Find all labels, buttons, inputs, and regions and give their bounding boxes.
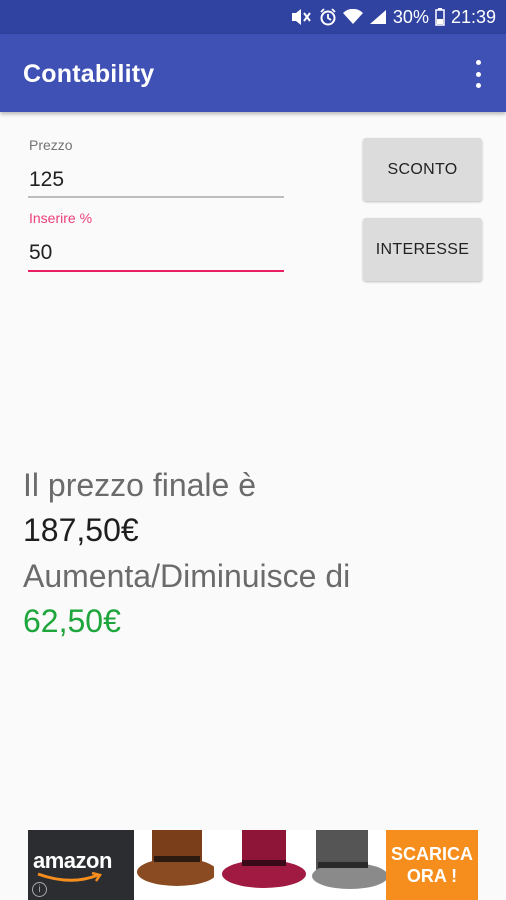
ad-cta-line1: SCARICA [390, 844, 473, 864]
change-value: 62,50€ [23, 603, 121, 639]
ad-cta-line2: ORA ! [406, 866, 458, 886]
smile-arrow-icon [37, 872, 103, 882]
percent-input[interactable]: 50 [29, 241, 52, 265]
app-title: Contability [23, 60, 155, 88]
price-label: Prezzo [29, 137, 73, 153]
wifi-icon [342, 9, 363, 25]
percent-label: Inserire % [29, 210, 93, 226]
status-bar: 30% 21:39 [0, 0, 506, 34]
battery-percent: 30% [392, 6, 429, 27]
price-input[interactable]: 125 [29, 168, 64, 192]
ad-brand-logo: amazon i [28, 830, 134, 900]
status-icons: 30% 21:39 [289, 0, 496, 34]
alarm-icon [319, 8, 337, 26]
percent-input-underline [28, 270, 284, 272]
clock: 21:39 [450, 6, 496, 27]
discount-button[interactable]: SCONTO [363, 138, 482, 201]
final-price-label: Il prezzo finale è [23, 467, 257, 503]
info-icon[interactable]: i [32, 882, 47, 897]
hat-brown-image [137, 830, 214, 886]
hat-red-image [222, 830, 306, 888]
mute-icon [289, 8, 313, 26]
ad-download-button[interactable]: SCARICA ORA ! [386, 830, 478, 900]
hat-grey-image [312, 830, 388, 889]
battery-icon [435, 8, 445, 26]
final-price-value: 187,50€ [23, 512, 139, 548]
app-bar: Contability [0, 34, 506, 112]
signal-icon [369, 9, 387, 25]
change-label: Aumenta/Diminuisce di [23, 558, 351, 594]
ad-banner[interactable]: amazon i SCARICA ORA ! [28, 830, 478, 900]
more-vert-icon[interactable] [468, 60, 488, 88]
price-input-underline [28, 196, 284, 198]
ad-brand-name: amazon [33, 848, 112, 873]
interest-button[interactable]: INTERESSE [363, 218, 482, 281]
